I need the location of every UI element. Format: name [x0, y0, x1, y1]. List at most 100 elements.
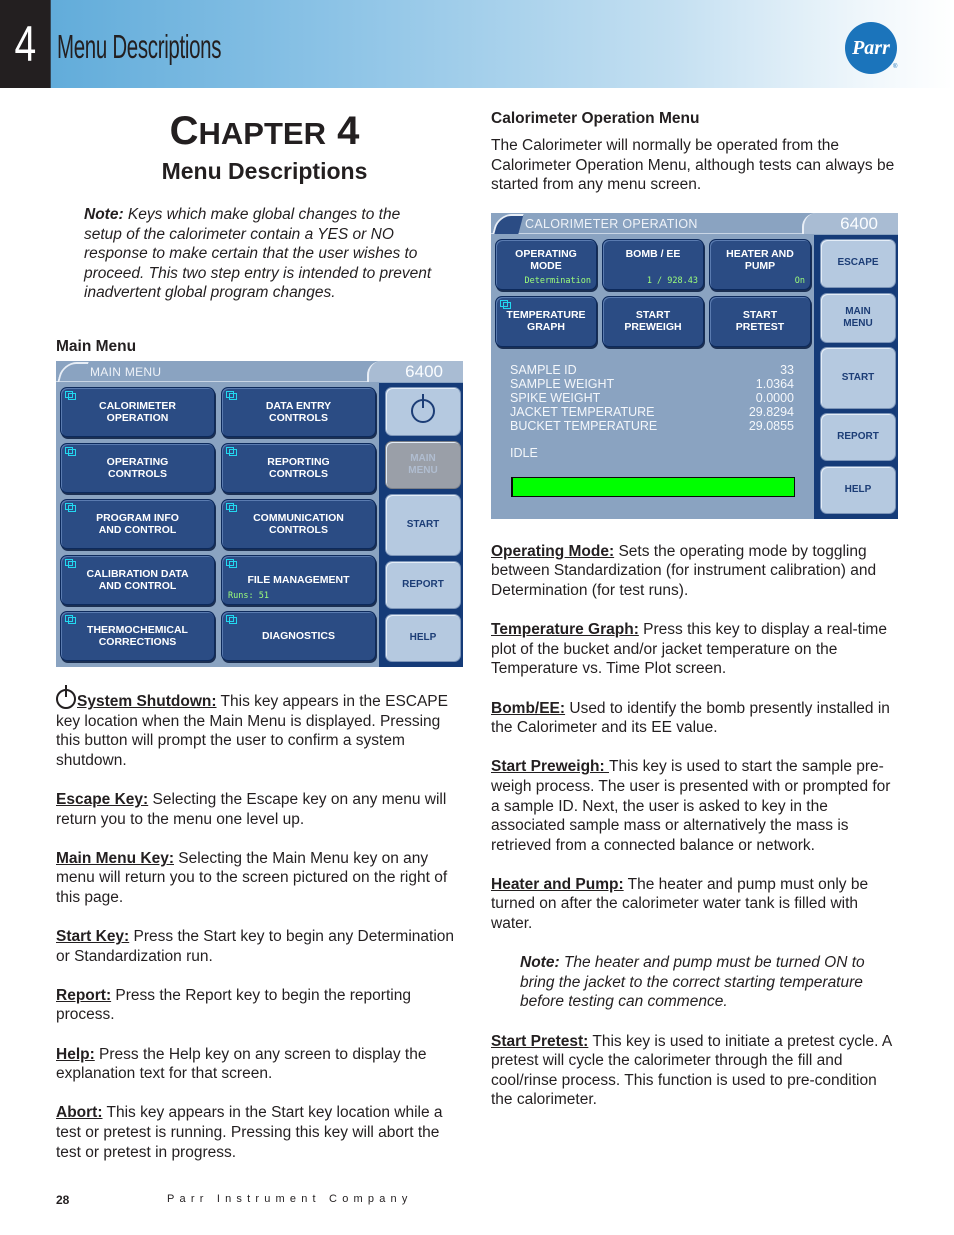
operation-option-button[interactable]: TEMPERATURE GRAPH [495, 295, 597, 347]
button-label-line1: START [635, 309, 671, 322]
description-paragraph: Operating Mode: Sets the operating mode … [491, 542, 898, 601]
model-number: 6400 [840, 213, 878, 233]
button-label-line1: COMMUNICATION [253, 511, 344, 524]
submenu-icon [65, 390, 76, 400]
readout-label: SAMPLE ID [510, 362, 577, 377]
operation-option-button[interactable]: START PREWEIGH [602, 295, 704, 347]
screen-title: MAIN MENU [90, 364, 162, 379]
button-label-line1: THERMOCHEMICAL [87, 623, 188, 636]
operation-option-button[interactable]: BOMB / EE 1 / 928.43 [602, 238, 704, 290]
readout-label: SPIKE WEIGHT [510, 390, 601, 405]
button-label-line2: CONTROLS [269, 411, 328, 424]
status-text: IDLE [510, 445, 538, 460]
button-label-line2: GRAPH [527, 321, 565, 334]
term: System Shutdown: [77, 692, 217, 710]
main-menu-option-button[interactable]: DATA ENTRY CONTROLS [221, 386, 376, 437]
start-button[interactable]: START [820, 346, 896, 409]
description-paragraph: Escape Key: Selecting the Escape key on … [56, 790, 463, 829]
button-label-line2: AND CONTROL [98, 579, 177, 592]
main-menu-screenshot: MAIN MENU 6400 CALORIMETER OPERATION DATA … [56, 360, 463, 667]
main-menu-option-button[interactable]: REPORTING CONTROLS [221, 442, 376, 493]
main-menu-option-button[interactable]: FILE MANAGEMENT Runs: 51 [221, 554, 376, 605]
readout-value: 0.0000 [755, 390, 794, 405]
submenu-icon [65, 614, 76, 624]
term: Start Pretest: [491, 1032, 589, 1050]
submenu-icon [226, 446, 237, 456]
global-changes-note: Note: Keys which make global changes to … [84, 205, 434, 303]
page-header: 4 Menu Descriptions Parr ® [0, 0, 954, 88]
button-label-line2: PUMP [744, 259, 776, 272]
submenu-icon [500, 299, 511, 309]
main-menu-option-button[interactable]: PROGRAM INFO AND CONTROL [60, 498, 215, 549]
term: Escape Key: [56, 790, 149, 808]
term: Abort: [56, 1104, 103, 1122]
main-menu-option-button[interactable]: COMMUNICATION CONTROLS [221, 498, 376, 549]
button-label-line1: START [742, 309, 778, 322]
description-paragraph: Start Preweigh: This key is used to star… [491, 757, 898, 855]
button-label-line2: PREWEIGH [624, 321, 682, 334]
button-label-line1: DIAGNOSTICS [262, 629, 335, 642]
report-button[interactable]: REPORT [385, 560, 461, 609]
submenu-icon [226, 502, 237, 512]
power-icon [56, 684, 76, 709]
main-menu-option-button[interactable]: CALORIMETER OPERATION [60, 386, 215, 437]
report-button[interactable]: REPORT [820, 412, 896, 461]
power-icon [411, 394, 435, 424]
term: Heater and Pump: [491, 875, 624, 893]
operation-option-button[interactable]: OPERATING MODE Determination [495, 238, 597, 290]
description-paragraph: Report: Press the Report key to begin th… [56, 986, 463, 1025]
registered-mark: ® [893, 64, 898, 70]
term: Bomb/EE: [491, 699, 566, 717]
page-number: 28 [56, 1193, 70, 1207]
description-paragraph: Bomb/EE: Used to identify the bomb prese… [491, 699, 898, 738]
readout-label: BUCKET TEMPERATURE [510, 418, 658, 433]
button-label-line1: PROGRAM INFO [96, 511, 179, 524]
button-label-line1: TEMPERATURE [506, 309, 586, 322]
header-title: Menu Descriptions [57, 28, 222, 65]
system-shutdown-button[interactable] [385, 386, 461, 436]
term: Start Preweigh: [491, 758, 609, 776]
button-value: On [794, 275, 805, 286]
readout-label: SAMPLE WEIGHT [510, 376, 615, 391]
button-label-line2: CONTROLS [269, 523, 328, 536]
description-paragraph: Heater and Pump: The heater and pump mus… [491, 875, 898, 934]
main-menu-heading: Main Menu [56, 337, 137, 355]
chapter-number-tab: 4 [0, 0, 51, 88]
right-paragraphs: Operating Mode: Sets the operating mode … [491, 542, 898, 934]
help-button[interactable]: HELP [820, 465, 896, 514]
main-menu-button[interactable]: MAIN MENU [820, 292, 896, 343]
term: Temperature Graph: [491, 621, 639, 639]
submenu-icon [226, 558, 237, 568]
calorimeter-operation-heading: Calorimeter Operation Menu [491, 110, 700, 127]
button-value: Determination [524, 275, 591, 286]
label: MENU [408, 464, 438, 476]
description-paragraph: Help: Press the Help key on any screen t… [56, 1045, 463, 1084]
operation-option-button[interactable]: START PRETEST [709, 295, 811, 347]
progress-bar [511, 476, 795, 497]
left-column: CHAPTER 4 Menu Descriptions Note: Keys w… [56, 100, 463, 1182]
calorimeter-operation-screenshot: CALORIMETER OPERATION 6400 OPERATING MODE… [491, 212, 898, 519]
button-label-line2: OPERATION [106, 411, 169, 424]
start-button[interactable]: START [385, 493, 461, 556]
main-menu-option-button[interactable]: CALIBRATION DATA AND CONTROL [60, 554, 215, 605]
button-label-line1: HEATER AND [726, 247, 794, 260]
note-text: The heater and pump must be turned ON to… [520, 954, 865, 1011]
button-label-line1: OPERATING [515, 247, 577, 260]
main-menu-button[interactable]: MAIN MENU [385, 440, 461, 489]
note-text: Keys which make global changes to the se… [84, 206, 432, 302]
escape-button[interactable]: ESCAPE [820, 238, 896, 288]
label: MAIN [410, 452, 436, 464]
term: Start Key: [56, 928, 130, 946]
button-label-line2: MODE [530, 259, 562, 272]
description: Press the Help key on any screen to disp… [56, 1045, 427, 1083]
main-menu-option-button[interactable]: OPERATING CONTROLS [60, 442, 215, 493]
description-paragraph: Main Menu Key: Selecting the Main Menu k… [56, 849, 463, 908]
operation-option-button[interactable]: HEATER AND PUMP On [709, 238, 811, 290]
button-value: Runs: 51 [228, 590, 269, 601]
left-paragraphs: System Shutdown: This key appears in the… [56, 684, 463, 1162]
button-label-line2: CONTROLS [108, 467, 167, 480]
main-menu-option-button[interactable]: DIAGNOSTICS [221, 610, 376, 661]
right-column: Calorimeter Operation Menu The Calorimet… [491, 100, 898, 1130]
help-button[interactable]: HELP [385, 613, 461, 662]
main-menu-option-button[interactable]: THERMOCHEMICAL CORRECTIONS [60, 610, 215, 661]
